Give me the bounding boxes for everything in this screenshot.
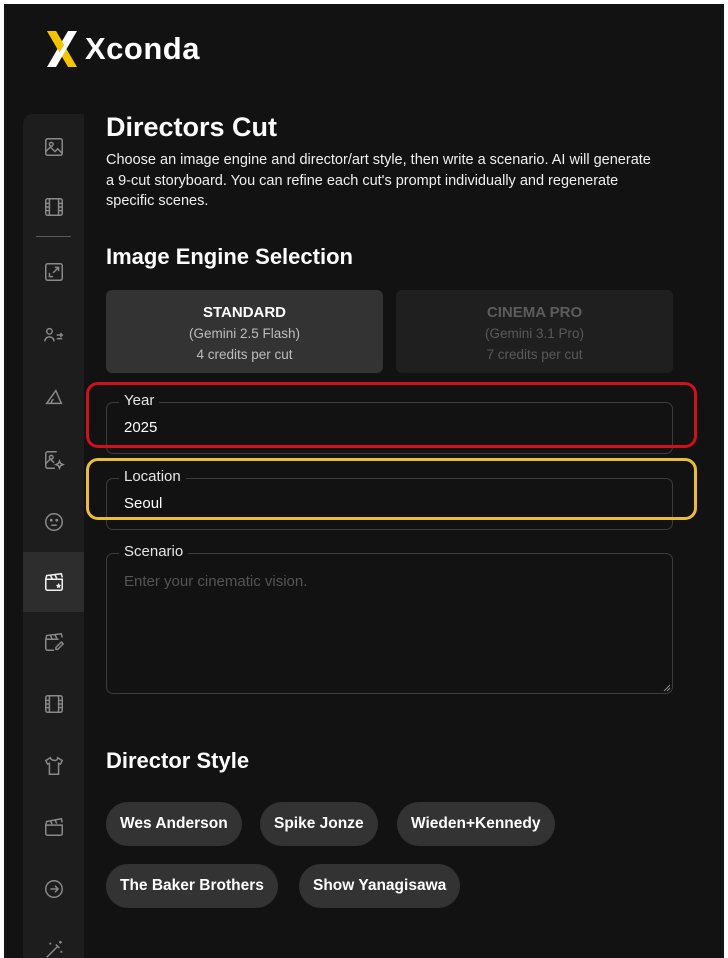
page-description: Choose an image engine and director/art … — [106, 152, 651, 209]
sidebar-divider — [36, 236, 71, 237]
engine-section-title: Image Engine Selection — [106, 244, 353, 269]
engine-name: STANDARD — [202, 304, 287, 321]
sidebar-item-image-ai[interactable] — [23, 430, 84, 490]
sidebar-item-angle[interactable] — [23, 367, 84, 427]
sidebar-item-magic[interactable] — [23, 920, 84, 958]
style-chip-wes-anderson[interactable]: Wes Anderson — [106, 802, 242, 846]
expand-image-icon — [44, 263, 63, 281]
engine-option-cinema-pro[interactable]: CINEMA PRO (Gemini 3.1 Pro) 7 credits pe… — [396, 290, 673, 373]
director-section-title: Director Style — [106, 748, 250, 773]
style-chip-baker-brothers[interactable]: The Baker Brothers — [106, 864, 278, 908]
clapperboard-edit-icon — [44, 632, 64, 651]
scenario-label: Scenario — [119, 542, 189, 562]
magic-wand-icon — [45, 940, 62, 958]
scenario-field[interactable]: Scenario Enter your cinematic vision. — [106, 542, 673, 694]
scenario-textarea[interactable]: Enter your cinematic vision. — [124, 573, 307, 590]
style-chip-spike-jonze[interactable]: Spike Jonze — [260, 802, 378, 846]
image-sparkle-icon — [44, 451, 65, 471]
clapperboard-icon — [44, 817, 63, 836]
style-chip-wieden-kennedy[interactable]: Wieden+Kennedy — [397, 802, 555, 846]
engine-cost: 4 credits per cut — [196, 347, 293, 362]
engine-model: (Gemini 2.5 Flash) — [188, 326, 301, 341]
sidebar — [23, 114, 84, 958]
engine-cost: 7 credits per cut — [486, 347, 583, 362]
arrow-circle-right-icon — [44, 880, 63, 898]
sidebar-item-directors-cut[interactable] — [23, 552, 84, 612]
sidebar-item-image[interactable] — [23, 117, 84, 177]
film-strip-icon — [44, 695, 63, 713]
engine-name: CINEMA PRO — [486, 304, 583, 321]
sidebar-item-film[interactable] — [23, 674, 84, 734]
app-window: Xconda Directors Cut Choose an image eng… — [4, 4, 724, 958]
app-name: Xconda — [85, 31, 200, 66]
page-title: Directors Cut — [106, 112, 278, 142]
x-logo-icon — [47, 31, 77, 67]
engine-model: (Gemini 3.1 Pro) — [484, 326, 585, 341]
triangle-angle-icon — [44, 389, 62, 405]
face-icon — [44, 513, 63, 531]
sidebar-item-fashion[interactable] — [23, 736, 84, 796]
sidebar-item-clapper[interactable] — [23, 797, 84, 857]
location-highlight-box — [86, 458, 697, 520]
sidebar-item-people[interactable] — [23, 305, 84, 365]
year-highlight-box — [86, 382, 697, 448]
sidebar-item-export[interactable] — [23, 859, 84, 919]
sidebar-item-face[interactable] — [23, 492, 84, 552]
sidebar-item-edit-scene[interactable] — [23, 612, 84, 672]
people-swap-icon — [43, 327, 63, 342]
tshirt-icon — [44, 756, 63, 775]
clapperboard-star-icon — [44, 572, 63, 592]
sidebar-item-video[interactable] — [23, 177, 84, 237]
style-chip-show-yanagisawa[interactable]: Show Yanagisawa — [299, 864, 461, 908]
film-icon — [44, 198, 63, 216]
image-icon — [44, 138, 63, 156]
logo[interactable]: Xconda — [47, 31, 200, 67]
engine-option-standard[interactable]: STANDARD (Gemini 2.5 Flash) 4 credits pe… — [106, 290, 383, 373]
sidebar-item-expand[interactable] — [23, 242, 84, 302]
resize-grip-icon[interactable] — [662, 683, 671, 692]
